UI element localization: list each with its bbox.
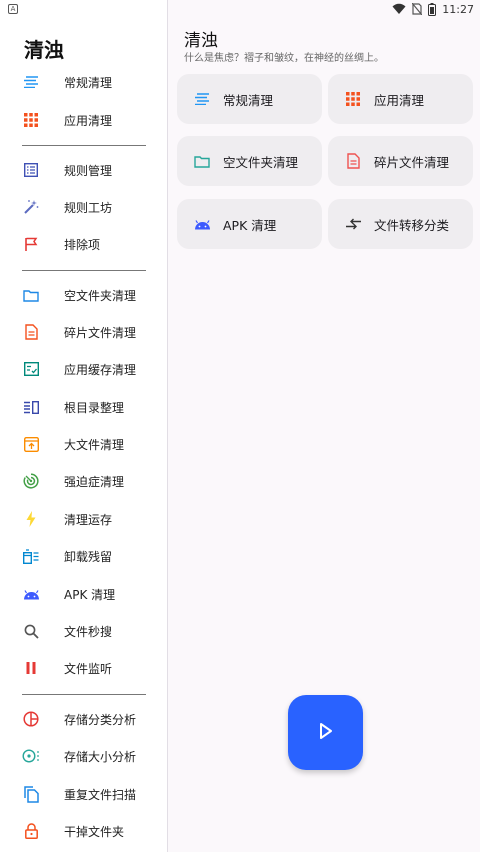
nav-item-label: 规则管理 <box>64 163 113 178</box>
nav-item-label: 清理运存 <box>64 512 113 527</box>
nav-item-rule-manage[interactable]: 规则管理 <box>0 152 168 188</box>
pie-chart-icon <box>22 710 40 728</box>
card-file-transfer-classify[interactable]: 文件转移分类 <box>328 199 473 249</box>
card-label: 碎片文件清理 <box>374 154 450 170</box>
card-fragment-clean[interactable]: 碎片文件清理 <box>328 136 473 186</box>
nav-item-label: 存储大小分析 <box>64 749 137 764</box>
nav-item-label: 卸载残留 <box>64 549 113 564</box>
card-label: 应用清理 <box>374 92 425 108</box>
card-regular-clean[interactable]: 常规清理 <box>177 74 322 124</box>
nav-item-label: 排除项 <box>64 237 101 252</box>
no-sim-icon <box>412 3 423 15</box>
archive-icon <box>22 435 40 453</box>
nav-item-file-search[interactable]: 文件秒搜 <box>0 613 168 649</box>
uninstall-icon <box>22 547 40 565</box>
nav-item-ram-clean[interactable]: 清理运存 <box>0 501 168 537</box>
card-apk-clean[interactable]: APK 清理 <box>177 199 322 249</box>
nav-item-label: 碎片文件清理 <box>64 325 137 340</box>
nav-item-fragment-clean[interactable]: 碎片文件清理 <box>0 314 168 350</box>
drawer-title: 清浊 <box>24 38 64 62</box>
nav-item-label: 强迫症清理 <box>64 474 125 489</box>
drawer-divider <box>22 694 146 695</box>
drawer-divider <box>22 145 146 146</box>
nav-item-label: 规则工坊 <box>64 200 113 215</box>
search-icon <box>22 622 40 640</box>
document-icon <box>344 152 362 170</box>
checklist-icon <box>22 360 40 378</box>
nav-item-ocd-clean[interactable]: 强迫症清理 <box>0 463 168 499</box>
card-label: 空文件夹清理 <box>223 154 299 170</box>
card-label: 文件转移分类 <box>374 217 450 233</box>
nav-item-label: 存储分类分析 <box>64 712 137 727</box>
nav-item-kill-folder[interactable]: 干掉文件夹 <box>0 813 168 849</box>
nav-item-label: APK 清理 <box>64 587 116 602</box>
card-empty-folder-clean[interactable]: 空文件夹清理 <box>177 136 322 186</box>
nav-item-label: 应用清理 <box>64 113 113 128</box>
folder-icon <box>22 286 40 304</box>
nav-item-app-cache-clean[interactable]: 应用缓存清理 <box>0 351 168 387</box>
nav-item-uninstall-residue[interactable]: 卸载残留 <box>0 538 168 574</box>
list-box-icon <box>22 161 40 179</box>
nav-item-large-file-clean[interactable]: 大文件清理 <box>0 426 168 462</box>
nav-item-exclusions[interactable]: 排除项 <box>0 226 168 262</box>
nav-item-label: 根目录整理 <box>64 400 125 415</box>
radar-icon <box>22 472 40 490</box>
lock-icon <box>22 822 40 840</box>
nav-item-storage-size-analysis[interactable]: 存储大小分析 <box>0 738 168 774</box>
drawer-divider <box>22 270 146 271</box>
nav-item-label: 重复文件扫描 <box>64 787 137 802</box>
flash-icon <box>22 510 40 528</box>
wifi-icon <box>392 3 406 14</box>
nav-item-label: 应用缓存清理 <box>64 362 137 377</box>
pause-icon <box>22 659 40 677</box>
nav-item-root-organize[interactable]: 根目录整理 <box>0 389 168 425</box>
nav-item-label: 干掉文件夹 <box>64 824 125 839</box>
columns-icon <box>22 398 40 416</box>
clock: 11:27 <box>442 2 474 16</box>
nav-item-label: 空文件夹清理 <box>64 288 137 303</box>
start-fab-button[interactable] <box>288 695 363 770</box>
magic-wand-icon <box>22 198 40 216</box>
nav-item-empty-folder-clean[interactable]: 空文件夹清理 <box>0 277 168 313</box>
dots-circle-icon <box>22 747 40 765</box>
play-icon <box>318 722 334 744</box>
nav-item-duplicate-scan[interactable]: 重复文件扫描 <box>0 776 168 812</box>
nav-item-regular-clean[interactable]: 常规清理 <box>0 64 168 100</box>
lines-icon <box>193 90 211 108</box>
card-app-clean[interactable]: 应用清理 <box>328 74 473 124</box>
transfer-icon <box>344 215 362 233</box>
nav-item-file-monitor[interactable]: 文件监听 <box>0 650 168 686</box>
nav-item-apk-clean[interactable]: APK 清理 <box>0 576 168 612</box>
lines-icon <box>22 73 40 91</box>
nav-item-label: 大文件清理 <box>64 437 125 452</box>
notification-icon: A <box>8 4 18 14</box>
grid-icon <box>22 111 40 129</box>
navigation-drawer: 清浊 常规清理 应用清理 规则管理 规则工坊 排除项 空文件夹清理 碎片文件清理… <box>0 0 168 852</box>
android-icon <box>22 585 40 603</box>
document-icon <box>22 323 40 341</box>
nav-item-label: 常规清理 <box>64 75 113 90</box>
flag-icon <box>22 235 40 253</box>
card-label: APK 清理 <box>223 217 277 233</box>
android-icon <box>193 215 211 233</box>
battery-icon <box>428 2 437 16</box>
copy-icon <box>22 785 40 803</box>
page-subtitle: 什么是焦虑？褶子和皱纹，在神经的丝绸上。 <box>184 53 384 64</box>
folder-icon <box>193 152 211 170</box>
nav-item-rule-workshop[interactable]: 规则工坊 <box>0 189 168 225</box>
nav-item-storage-category-analysis[interactable]: 存储分类分析 <box>0 701 168 737</box>
nav-item-app-clean[interactable]: 应用清理 <box>0 102 168 138</box>
status-bar: A 11:27 <box>0 0 480 18</box>
nav-item-label: 文件秒搜 <box>64 624 113 639</box>
grid-icon <box>344 90 362 108</box>
page-title: 清浊 <box>184 31 218 51</box>
card-label: 常规清理 <box>223 92 274 108</box>
nav-item-label: 文件监听 <box>64 661 113 676</box>
